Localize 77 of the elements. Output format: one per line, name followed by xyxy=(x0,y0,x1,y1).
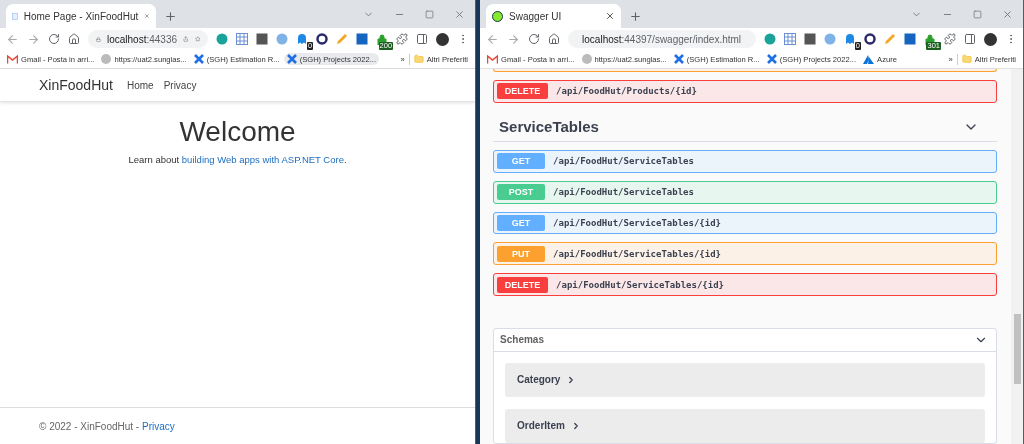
schema-model[interactable]: OrderItem xyxy=(505,409,985,443)
extension-icon[interactable] xyxy=(864,33,876,45)
puzzle-icon[interactable] xyxy=(396,33,409,45)
method-badge: DELETE xyxy=(497,83,549,100)
endpoint-path: /api/FoodHut/ServiceTables xyxy=(553,187,694,198)
cross-icon xyxy=(193,54,204,64)
method-badge: PUT xyxy=(497,245,546,262)
browser-tab[interactable]: Swagger UI xyxy=(486,4,622,28)
maximize-icon[interactable] xyxy=(973,9,982,19)
endpoint-row[interactable]: GET /api/FoodHut/ServiceTables xyxy=(493,150,997,173)
endpoint-row[interactable]: DELETE /api/FoodHut/ServiceTables/{id} xyxy=(493,273,997,296)
forward-icon[interactable] xyxy=(507,32,521,46)
extension-icon[interactable] xyxy=(356,33,369,45)
endpoint-row[interactable]: POST /api/FoodHut/ServiceTables xyxy=(493,180,997,204)
url-text: localhost:44397/swagger/index.html xyxy=(582,33,742,45)
lock-icon xyxy=(96,34,101,44)
endpoint-path: /api/FoodHut/ServiceTables/{id} xyxy=(556,279,725,290)
endpoint-path: /api/FoodHut/ServiceTables/{id} xyxy=(553,248,722,259)
reload-icon[interactable] xyxy=(528,33,541,45)
schemas-title: Schemas xyxy=(500,334,544,346)
tab-title: Swagger UI xyxy=(509,10,563,22)
page-icon xyxy=(12,10,18,22)
swagger-logo-icon xyxy=(492,10,504,22)
share-icon[interactable] xyxy=(183,34,189,44)
method-badge: POST xyxy=(497,184,546,201)
method-badge: DELETE xyxy=(497,276,549,293)
back-icon[interactable] xyxy=(6,32,19,46)
footer-link[interactable]: Privacy xyxy=(142,420,175,432)
endpoint-path: /api/FoodHut/ServiceTables xyxy=(553,156,694,167)
endpoint-path: /api/FoodHut/Products/{id} xyxy=(556,86,697,97)
new-tab-icon[interactable] xyxy=(629,10,643,23)
home-icon[interactable] xyxy=(548,33,561,45)
link[interactable]: building Web apps with ASP.NET Core xyxy=(181,154,344,165)
endpoint-row[interactable]: GET /api/FoodHut/ServiceTables/{id} xyxy=(493,211,997,235)
home-icon[interactable] xyxy=(68,33,80,45)
cross-icon xyxy=(286,54,297,64)
endpoint-path: /api/FoodHut/ServiceTables/{id} xyxy=(553,218,722,228)
folder-icon xyxy=(413,54,424,64)
cross-icon xyxy=(766,54,777,64)
reload-icon[interactable] xyxy=(48,33,60,45)
endpoint-row[interactable]: PUT /api/FoodHut/ServiceTables/{id} xyxy=(493,242,997,266)
maximize-icon[interactable] xyxy=(425,9,435,19)
avatar[interactable] xyxy=(436,32,450,46)
site-brand[interactable]: XinFoodHut xyxy=(39,77,113,93)
side-panel-icon[interactable] xyxy=(416,33,429,45)
section-header[interactable]: ServiceTables xyxy=(493,112,997,142)
footer-text: © 2022 - XinFoodHut - Privacy xyxy=(39,420,175,432)
browser-tab[interactable]: Home Page - XinFoodHut xyxy=(6,4,156,28)
extension-icon[interactable] xyxy=(316,33,329,45)
intro-text: Learn about building Web apps with ASP.NET Core. xyxy=(128,154,347,165)
close-icon[interactable] xyxy=(605,11,616,21)
method-badge: GET xyxy=(497,215,546,231)
folder-icon xyxy=(961,54,972,64)
mail-icon xyxy=(7,54,18,64)
star-icon[interactable] xyxy=(194,34,201,44)
endpoint-row[interactable]: DELETE /api/FoodHut/Products/{id} xyxy=(493,79,997,103)
nav-link[interactable]: Privacy xyxy=(163,79,197,91)
nav-link[interactable]: Home xyxy=(126,79,154,91)
method-badge: GET xyxy=(497,153,546,170)
side-panel-icon[interactable] xyxy=(964,33,976,45)
address-bar[interactable]: localhost:44397/swagger/index.html xyxy=(568,30,756,48)
new-tab-icon[interactable] xyxy=(164,10,177,23)
schema-model[interactable]: Category xyxy=(505,363,985,397)
address-bar[interactable]: localhost:44336 xyxy=(88,30,209,48)
mail-icon xyxy=(487,54,499,64)
puzzle-icon[interactable] xyxy=(944,33,956,45)
triangle-logo-icon xyxy=(863,54,875,64)
back-icon[interactable] xyxy=(486,32,500,46)
tab-title: Home Page - XinFoodHut xyxy=(23,10,139,22)
cross-icon xyxy=(673,54,684,64)
url-text: localhost:44336 xyxy=(106,33,178,45)
page-heading: Welcome xyxy=(179,116,296,148)
avatar[interactable] xyxy=(984,32,997,46)
extension-icon[interactable] xyxy=(256,33,269,45)
section-title: ServiceTables xyxy=(499,118,599,136)
extension-icon[interactable] xyxy=(296,33,309,45)
forward-icon[interactable] xyxy=(27,32,40,46)
